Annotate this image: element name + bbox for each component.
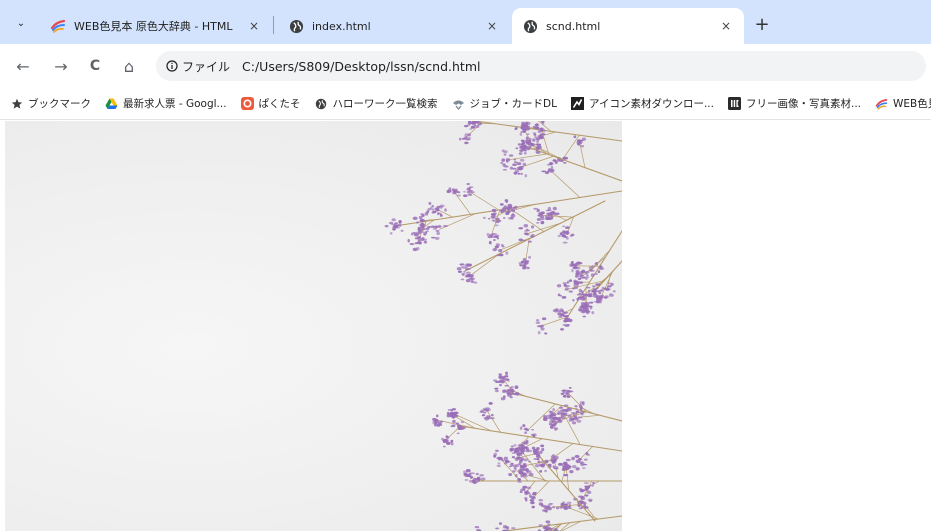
- hero-photo-flowers: [5, 90, 623, 531]
- site-info-label: ファイル: [182, 59, 231, 74]
- chevron-down-icon: ⌄: [16, 17, 26, 29]
- url-text[interactable]: C:/Users/S809/Desktop/lssn/scnd.html: [242, 59, 480, 74]
- tab-title: WEB色見本 原色大辞典 - HTML: [74, 20, 233, 33]
- bookmark-icon-site[interactable]: アイコン素材ダウンロー...: [570, 96, 714, 111]
- flower-illustration: [384, 90, 623, 531]
- forward-button[interactable]: →: [50, 55, 72, 77]
- lig-icon: [727, 97, 741, 110]
- tab-search-button[interactable]: ⌄: [10, 12, 32, 34]
- bookmarks-bar: ブックマーク 最新求人票 - Googl... ぱくたそ ハローワーク一覧検索: [0, 88, 931, 120]
- google-drive-icon: [105, 97, 118, 110]
- bookmark-label: ハローワーク一覧検索: [332, 98, 438, 110]
- arrow-left-icon: ←: [16, 56, 30, 76]
- toolbar: ← → C ⌂ ファイル C:/Users/S809/Desktop/lssn/…: [0, 44, 931, 88]
- web-iro-favicon-icon: [875, 97, 888, 110]
- bookmark-pakutaso[interactable]: ぱくたそ: [240, 96, 301, 111]
- bookmark-label: フリー画像・写真素材...: [745, 98, 861, 110]
- bookmark-all[interactable]: ブックマーク: [10, 96, 91, 111]
- tab-strip: ⌄ WEB色見本 原色大辞典 - HTML × index.html × scn…: [0, 0, 931, 44]
- bookmark-free-images[interactable]: フリー画像・写真素材...: [727, 96, 861, 111]
- arrow-right-icon: →: [54, 56, 68, 76]
- close-icon[interactable]: ×: [246, 18, 262, 34]
- tab-title: scnd.html: [546, 19, 601, 33]
- icon-site-icon: [570, 97, 584, 110]
- globe-icon: [522, 18, 538, 34]
- tab-web-iro[interactable]: WEB色見本 原色大辞典 - HTML ×: [40, 8, 272, 44]
- reload-button[interactable]: C: [84, 55, 106, 77]
- new-tab-button[interactable]: +: [752, 14, 772, 35]
- tab-scnd-html[interactable]: scnd.html ×: [512, 8, 744, 44]
- home-icon: ⌂: [123, 56, 135, 76]
- star-icon: [10, 97, 23, 110]
- tab-separator: [273, 16, 274, 34]
- reload-icon: C: [89, 58, 101, 74]
- web-iro-favicon-icon: [50, 18, 66, 34]
- job-card-icon: [452, 97, 465, 110]
- pakutaso-icon: [240, 97, 254, 110]
- bookmark-label: ぱくたそ: [258, 98, 301, 110]
- site-info-chip[interactable]: ファイル: [166, 58, 230, 75]
- back-button[interactable]: ←: [12, 55, 34, 77]
- page-content: [0, 90, 931, 531]
- bookmark-google-drive[interactable]: 最新求人票 - Googl...: [105, 96, 227, 111]
- address-bar[interactable]: ファイル C:/Users/S809/Desktop/lssn/scnd.htm…: [156, 51, 926, 81]
- close-icon[interactable]: ×: [484, 18, 500, 34]
- globe-icon: [315, 97, 328, 110]
- bookmark-label: アイコン素材ダウンロー...: [588, 98, 714, 110]
- bookmark-label: WEB色見: [893, 98, 931, 110]
- globe-icon: [288, 18, 304, 34]
- info-icon: [166, 60, 178, 72]
- close-icon[interactable]: ×: [718, 18, 734, 34]
- bookmark-label: ジョブ・カードDL: [469, 98, 557, 110]
- bookmark-web-iro[interactable]: WEB色見: [875, 96, 931, 111]
- browser-window: ⌄ WEB色見本 原色大辞典 - HTML × index.html × scn…: [0, 0, 931, 531]
- tab-index-html[interactable]: index.html ×: [278, 8, 510, 44]
- bookmark-hellowork[interactable]: ハローワーク一覧検索: [315, 96, 438, 111]
- bookmark-job-card[interactable]: ジョブ・カードDL: [452, 96, 557, 111]
- bookmark-label: 最新求人票 - Googl...: [123, 98, 227, 110]
- tab-title: index.html: [312, 19, 371, 33]
- home-button[interactable]: ⌂: [118, 55, 140, 77]
- bookmark-label: ブックマーク: [28, 98, 91, 110]
